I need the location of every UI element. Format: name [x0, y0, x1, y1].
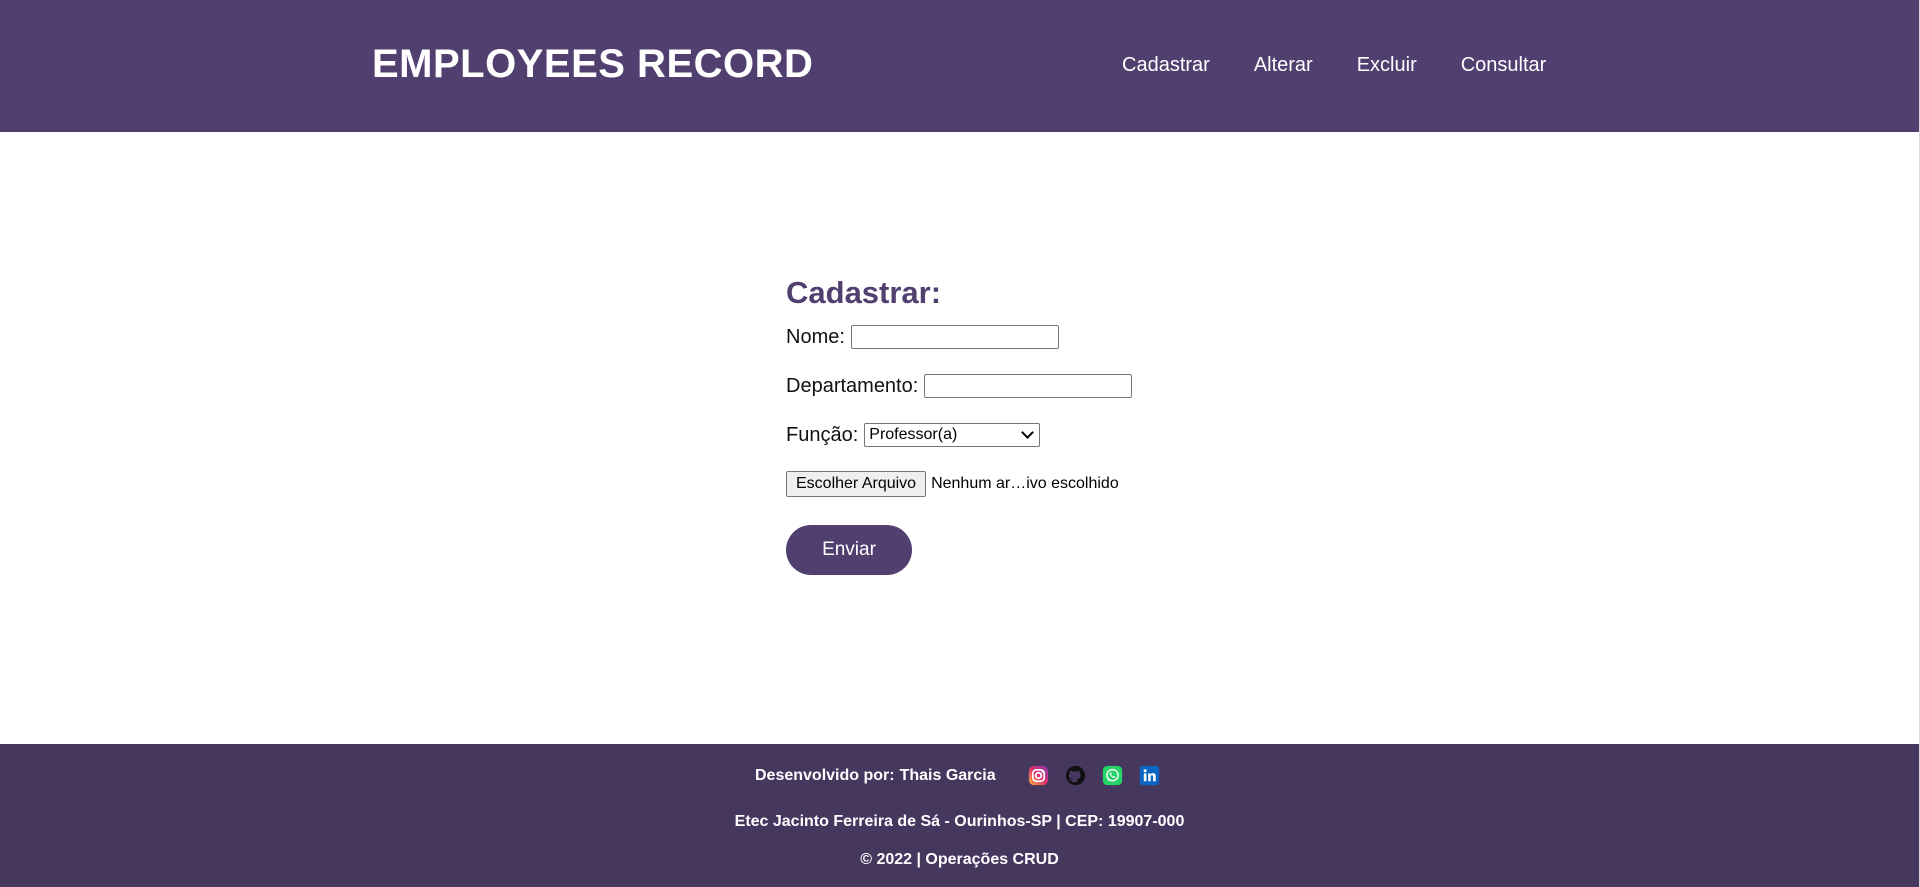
nav-link-alterar[interactable]: Alterar	[1254, 52, 1313, 78]
site-header: EMPLOYEES RECORD Cadastrar Alterar Exclu…	[0, 0, 1919, 132]
nome-input[interactable]	[850, 325, 1059, 349]
chevron-down-icon	[1021, 426, 1035, 439]
file-status-text: Nenhum ar…ivo escolhido	[931, 475, 1119, 492]
footer-copyright: © 2022 | Operações CRUD	[860, 851, 1059, 868]
funcao-label: Função:	[786, 423, 859, 446]
departamento-label: Departamento:	[786, 374, 919, 397]
social-links	[1028, 765, 1160, 786]
funcao-selected-value: Professor(a)	[869, 426, 958, 443]
site-footer: Desenvolvido por: Thais Garcia Etec Jaci…	[0, 744, 1919, 887]
developer-name: Thais Garcia	[899, 766, 996, 784]
site-title: EMPLOYEES RECORD	[372, 42, 814, 86]
main-nav: Cadastrar Alterar Excluir Consultar	[1122, 52, 1546, 78]
developed-by-label: Desenvolvido por:	[755, 766, 895, 784]
nav-link-consultar[interactable]: Consultar	[1461, 52, 1547, 78]
register-form: Cadastrar: Nome: Departamento: Função: P…	[786, 273, 1206, 575]
file-upload-row: Escolher Arquivo Nenhum ar…ivo escolhido	[786, 470, 1206, 498]
nome-row: Nome:	[786, 323, 1206, 351]
linkedin-icon[interactable]	[1139, 765, 1160, 786]
nav-link-excluir[interactable]: Excluir	[1357, 52, 1417, 78]
footer-address: Etec Jacinto Ferreira de Sá - Ourinhos-S…	[734, 813, 1185, 830]
form-title: Cadastrar:	[786, 275, 942, 310]
page-viewport: EMPLOYEES RECORD Cadastrar Alterar Exclu…	[0, 0, 1919, 887]
github-icon[interactable]	[1065, 765, 1086, 786]
instagram-icon[interactable]	[1028, 765, 1049, 786]
funcao-row: Função: Professor(a)	[786, 421, 1206, 449]
whatsapp-icon[interactable]	[1102, 765, 1123, 786]
nome-label: Nome:	[786, 325, 845, 348]
choose-file-button[interactable]: Escolher Arquivo	[786, 471, 927, 497]
nav-link-cadastrar[interactable]: Cadastrar	[1122, 52, 1210, 78]
developer-credit: Desenvolvido por: Thais Garcia	[755, 765, 1160, 786]
departamento-row: Departamento:	[786, 372, 1206, 400]
funcao-select[interactable]: Professor(a)	[864, 423, 1041, 447]
departamento-input[interactable]	[924, 374, 1133, 398]
submit-button[interactable]: Enviar	[786, 525, 912, 575]
browser-page: EMPLOYEES RECORD Cadastrar Alterar Exclu…	[0, 0, 1920, 887]
